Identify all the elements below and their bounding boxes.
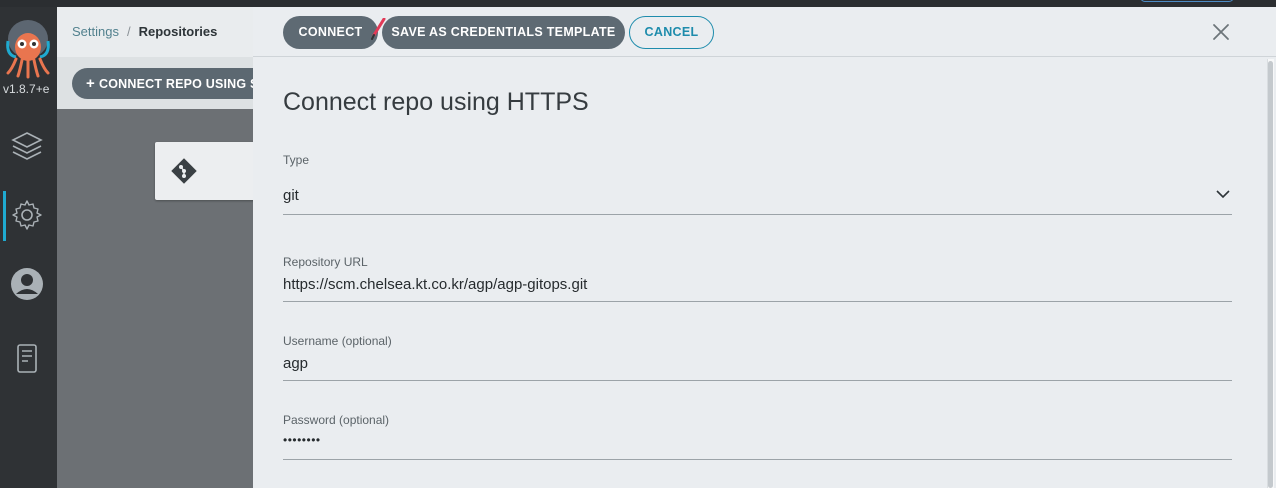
- username-label: Username (optional): [283, 334, 392, 348]
- gear-icon[interactable]: [10, 198, 44, 232]
- user-icon[interactable]: [10, 267, 44, 301]
- save-credentials-template-button[interactable]: SAVE AS CREDENTIALS TEMPLATE: [382, 16, 625, 49]
- nav-active-indicator: [3, 191, 6, 241]
- app-version: v1.8.7+e: [3, 82, 50, 96]
- breadcrumb-current: Repositories: [138, 24, 218, 39]
- type-select[interactable]: Type git: [283, 153, 1232, 215]
- ssh-button-label: CONNECT REPO USING SS: [98, 77, 268, 91]
- repository-url-field[interactable]: Repository URL https://scm.chelsea.kt.co…: [283, 255, 1232, 302]
- chevron-down-icon: [1216, 190, 1230, 199]
- scrollbar-thumb[interactable]: [1268, 61, 1273, 488]
- panel-toolbar: CONNECT SAVE AS CREDENTIALS TEMPLATE CAN…: [253, 7, 1276, 57]
- layers-icon[interactable]: [10, 129, 44, 163]
- connect-repo-panel: CONNECT SAVE AS CREDENTIALS TEMPLATE CAN…: [253, 7, 1276, 488]
- git-icon: [171, 158, 197, 184]
- breadcrumb-separator: /: [126, 24, 131, 39]
- argo-logo-icon: [6, 20, 50, 79]
- username-value: agp: [283, 355, 309, 372]
- top-strip: [0, 0, 1276, 7]
- type-label: Type: [283, 153, 310, 167]
- repository-url-label: Repository URL: [283, 255, 368, 269]
- repository-url-value: https://scm.chelsea.kt.co.kr/agp/agp-git…: [283, 276, 588, 293]
- plus-icon: +: [86, 75, 95, 92]
- type-value: git: [283, 187, 299, 204]
- password-field[interactable]: Password (optional) ••••••••: [283, 413, 1232, 460]
- password-value: ••••••••: [283, 433, 321, 447]
- breadcrumb-settings-link[interactable]: Settings: [72, 24, 119, 39]
- page-title: Connect repo using HTTPS: [283, 88, 589, 116]
- cancel-button[interactable]: CANCEL: [629, 16, 714, 49]
- close-icon[interactable]: [1211, 22, 1231, 42]
- breadcrumb: Settings / Repositories: [72, 24, 217, 39]
- repo-card[interactable]: [155, 142, 265, 200]
- left-nav: v1.8.7+e: [0, 7, 57, 488]
- top-pill-button[interactable]: [1140, 0, 1234, 2]
- username-field[interactable]: Username (optional) agp: [283, 334, 1232, 381]
- connect-repo-ssh-button[interactable]: + CONNECT REPO USING SS: [72, 68, 282, 99]
- docs-icon[interactable]: [10, 342, 44, 376]
- password-label: Password (optional): [283, 413, 390, 427]
- connect-button[interactable]: CONNECT: [283, 16, 378, 49]
